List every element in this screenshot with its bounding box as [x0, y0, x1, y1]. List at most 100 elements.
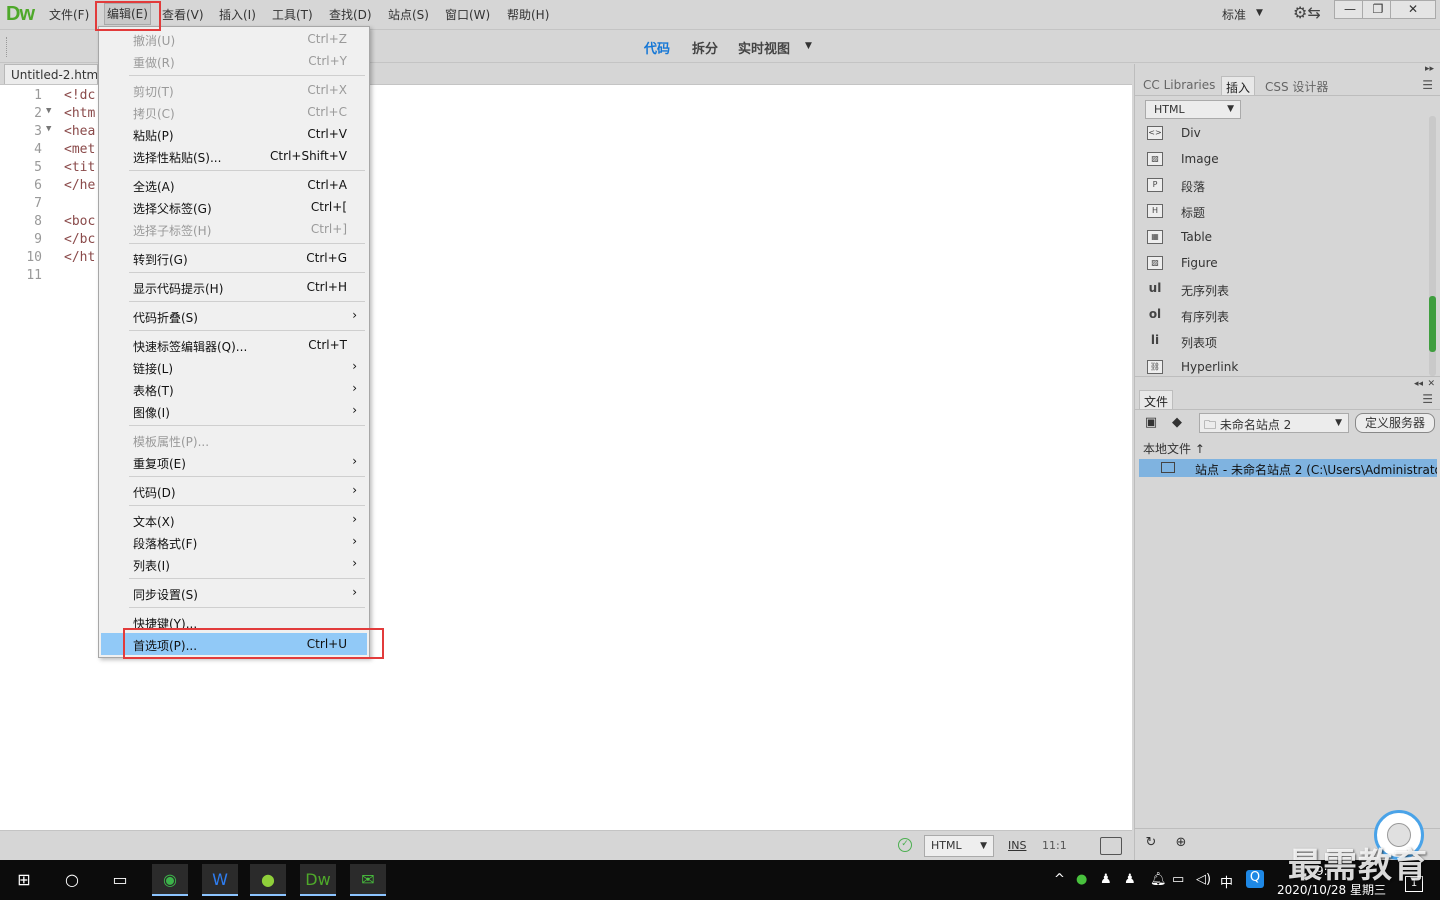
- network-icon[interactable]: ▭: [1172, 872, 1184, 887]
- ime-indicator[interactable]: 中: [1220, 872, 1233, 891]
- tray-expand-icon[interactable]: ^: [1054, 872, 1065, 887]
- dreamweaver-icon[interactable]: Dw: [300, 864, 336, 896]
- site-select[interactable]: 🗀 未命名站点 2 ▼: [1199, 413, 1349, 433]
- menu-item[interactable]: 查看(V): [162, 6, 204, 23]
- no-errors-icon[interactable]: ✓: [898, 838, 912, 852]
- menu-item-1-2[interactable]: 粘贴(P) Ctrl+V: [101, 123, 367, 145]
- code-text: </he: [64, 178, 96, 193]
- wechat-icon[interactable]: ✉: [350, 864, 386, 896]
- tab-files[interactable]: 文件: [1139, 390, 1174, 409]
- browser-icon[interactable]: ◉: [152, 864, 188, 896]
- chevron-down-icon[interactable]: ▼: [805, 41, 812, 51]
- menu-item-4-0[interactable]: 显示代码提示(H) Ctrl+H: [101, 276, 367, 298]
- define-server-button[interactable]: 定义服务器: [1355, 413, 1435, 433]
- menu-item-label: 显示代码提示(H): [133, 282, 224, 296]
- chevron-down-icon[interactable]: ▼: [1256, 8, 1263, 18]
- menu-item-2-1[interactable]: 选择父标签(G) Ctrl+[: [101, 196, 367, 218]
- document-tab[interactable]: Untitled-2.htm: [4, 64, 98, 85]
- menu-item[interactable]: 编辑(E): [104, 3, 151, 25]
- menu-item-3-0[interactable]: 转到行(G) Ctrl+G: [101, 247, 367, 269]
- menu-item-shortcut: Ctrl+[: [310, 200, 347, 214]
- refresh-icon[interactable]: ↻: [1141, 835, 1161, 853]
- fold-arrow-icon[interactable]: ▼: [46, 124, 51, 134]
- tab-css-designer[interactable]: CSS 设计器: [1261, 78, 1332, 95]
- menu-item-2-0[interactable]: 全选(A) Ctrl+A: [101, 174, 367, 196]
- menu-item-11-1[interactable]: 首选项(P)... Ctrl+U: [101, 633, 367, 655]
- close-panel-icon[interactable]: ✕: [1427, 379, 1435, 389]
- app-icon[interactable]: ●: [250, 864, 286, 896]
- fold-arrow-icon[interactable]: ▼: [46, 106, 51, 116]
- code-text: <htm: [64, 106, 96, 121]
- insert-item[interactable]: ▦ Table: [1147, 226, 1417, 250]
- wps-icon[interactable]: W: [202, 864, 238, 896]
- tab-cc-libraries[interactable]: CC Libraries: [1139, 78, 1219, 92]
- menu-item[interactable]: 查找(D): [329, 6, 372, 23]
- split-view-button[interactable]: 拆分: [692, 38, 718, 57]
- notification-bell-icon[interactable]: 🔔︎: [1150, 872, 1167, 887]
- close-button[interactable]: ✕: [1390, 0, 1436, 19]
- menu-item-10-0[interactable]: 同步设置(S) ›: [101, 582, 367, 604]
- submenu-arrow-icon: ›: [352, 512, 357, 526]
- insert-item[interactable]: li 列表项: [1147, 330, 1417, 354]
- menu-item-6-3[interactable]: 图像(I) ›: [101, 400, 367, 422]
- live-view-button[interactable]: 实时视图: [738, 38, 790, 57]
- local-files-label: 本地文件: [1143, 442, 1192, 456]
- remote-sync-icon[interactable]: ⊕: [1171, 835, 1191, 853]
- menu-item[interactable]: 插入(I): [219, 6, 256, 23]
- git-icon[interactable]: ◆: [1167, 415, 1187, 433]
- menu-item-9-0[interactable]: 文本(X) ›: [101, 509, 367, 531]
- menu-item-9-1[interactable]: 段落格式(F) ›: [101, 531, 367, 553]
- menu-item[interactable]: 工具(T): [272, 6, 313, 23]
- connect-icon[interactable]: ▣: [1141, 415, 1161, 433]
- insert-item-label: Image: [1181, 152, 1219, 166]
- menu-item-7-1[interactable]: 重复项(E) ›: [101, 451, 367, 473]
- task-view-icon[interactable]: ▭: [102, 864, 138, 896]
- volume-icon[interactable]: ◁): [1196, 872, 1211, 887]
- insert-item[interactable]: ▨ Figure: [1147, 252, 1417, 276]
- menu-item-1-3[interactable]: 选择性粘贴(S)... Ctrl+Shift+V: [101, 145, 367, 167]
- qq-tray-icon-2[interactable]: ♟: [1124, 872, 1136, 887]
- insert-item[interactable]: P 段落: [1147, 174, 1417, 198]
- document-type-select[interactable]: HTML ▼: [924, 835, 994, 857]
- insert-item[interactable]: ol 有序列表: [1147, 304, 1417, 328]
- menu-item[interactable]: 窗口(W): [445, 6, 490, 23]
- menu-item-8-0[interactable]: 代码(D) ›: [101, 480, 367, 502]
- insert-item[interactable]: ul 无序列表: [1147, 278, 1417, 302]
- menu-item-shortcut: Ctrl+C: [307, 105, 347, 119]
- input-method-icon[interactable]: Q: [1246, 870, 1264, 888]
- menu-item-6-2[interactable]: 表格(T) ›: [101, 378, 367, 400]
- insert-item[interactable]: H 标题: [1147, 200, 1417, 224]
- code-view-button[interactable]: 代码: [644, 38, 670, 57]
- windows-taskbar: ⊞ ○ ▭ ◉ W ● Dw ✉ ^ ● ♟ ♟ 🔔︎ ▭ ◁) 中 Q 9: 2020/10…: [0, 860, 1440, 900]
- collapse-panel-icon[interactable]: ▸▸: [1425, 64, 1434, 74]
- insert-category-select[interactable]: HTML ▼: [1145, 100, 1241, 119]
- panel-menu-icon[interactable]: ☰: [1422, 392, 1433, 406]
- li-icon: li: [1150, 333, 1160, 347]
- collapse-panel-icon[interactable]: ◂◂: [1414, 379, 1423, 389]
- menu-item-6-0[interactable]: 快速标签编辑器(Q)... Ctrl+T: [101, 334, 367, 356]
- insert-panel-tabs: CC Libraries 插入 CSS 设计器 ☰: [1135, 76, 1440, 96]
- tab-insert[interactable]: 插入: [1221, 76, 1256, 95]
- start-icon[interactable]: ⊞: [6, 864, 42, 896]
- wechat-tray-icon[interactable]: ●: [1076, 872, 1087, 887]
- menu-item-5-0[interactable]: 代码折叠(S) ›: [101, 305, 367, 327]
- insert-mode-indicator[interactable]: INS: [1008, 839, 1026, 852]
- search-icon[interactable]: ○: [54, 864, 90, 896]
- insert-item[interactable]: ▨ Image: [1147, 148, 1417, 172]
- line-number: 1: [34, 88, 42, 103]
- menu-item-6-1[interactable]: 链接(L) ›: [101, 356, 367, 378]
- menu-item-11-0[interactable]: 快捷键(Y)...: [101, 611, 367, 633]
- site-root-row[interactable]: 站点 - 未命名站点 2 (C:\Users\Administrator\...: [1139, 459, 1437, 477]
- menu-item[interactable]: 文件(F): [49, 6, 89, 23]
- preview-icon[interactable]: [1100, 837, 1122, 855]
- panel-menu-icon[interactable]: ☰: [1422, 78, 1433, 92]
- insert-item[interactable]: <> Div: [1147, 122, 1417, 146]
- qq-tray-icon[interactable]: ♟: [1100, 872, 1112, 887]
- menu-item[interactable]: 站点(S): [388, 6, 429, 23]
- scrollbar-thumb[interactable]: [1429, 296, 1436, 352]
- gear-icon[interactable]: ⚙⇆: [1293, 3, 1321, 22]
- menu-item[interactable]: 帮助(H): [507, 6, 549, 23]
- workspace-switcher[interactable]: 标准: [1222, 6, 1246, 23]
- local-files-header[interactable]: 本地文件 ↑: [1143, 440, 1205, 457]
- menu-item-9-2[interactable]: 列表(I) ›: [101, 553, 367, 575]
